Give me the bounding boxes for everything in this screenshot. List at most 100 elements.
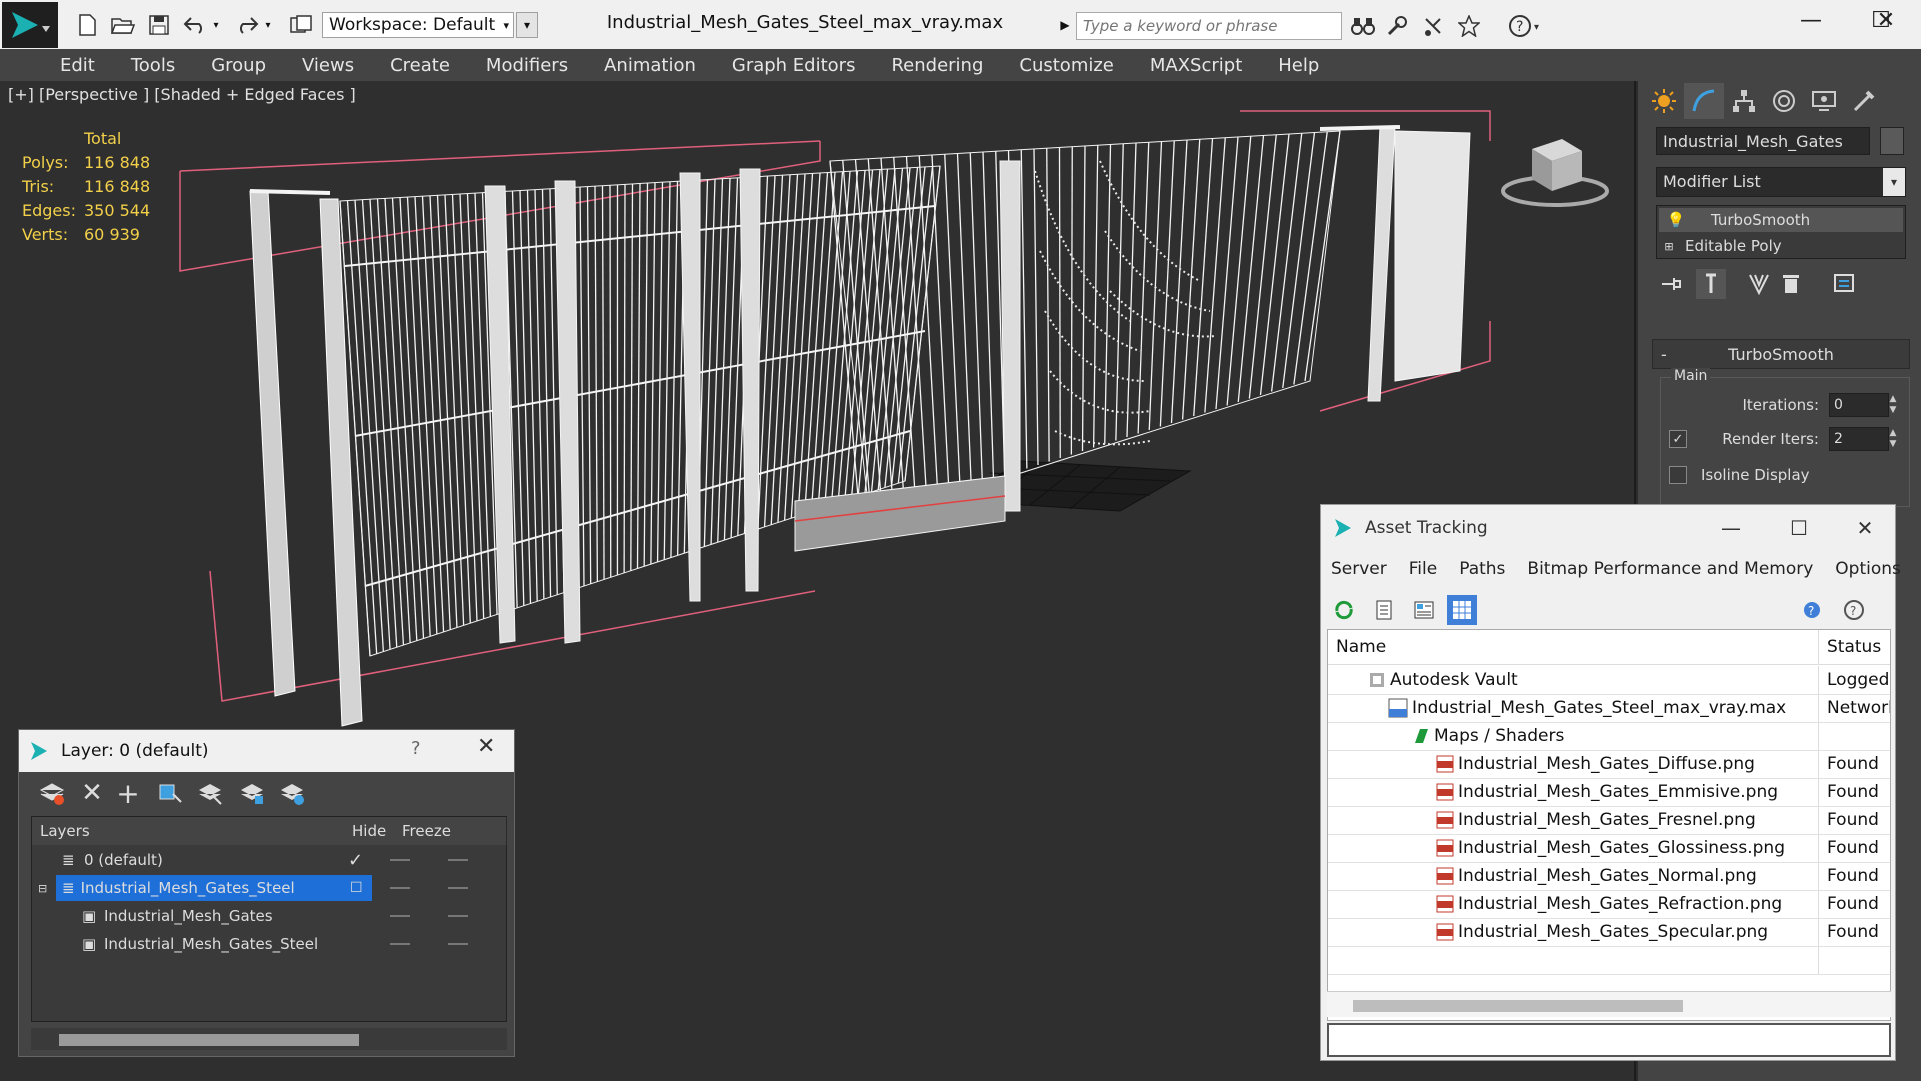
undo-icon[interactable] [180, 12, 210, 38]
add-to-layer-icon[interactable]: + [113, 777, 143, 810]
stack-item-turbosmooth[interactable]: 💡 TurboSmooth [1659, 208, 1903, 232]
motion-tab-icon[interactable] [1764, 83, 1804, 119]
menu-rendering[interactable]: Rendering [891, 55, 983, 76]
binoculars-icon[interactable] [1348, 12, 1378, 40]
horizontal-scrollbar[interactable] [31, 1028, 507, 1050]
freeze-toggle[interactable] [448, 915, 468, 917]
horizontal-scrollbar[interactable] [1327, 991, 1891, 1017]
close-button[interactable]: ✕ [1851, 0, 1921, 40]
favorites-star-icon[interactable] [1454, 12, 1484, 40]
modify-tab-icon[interactable] [1684, 83, 1724, 119]
asset-row[interactable]: Industrial_Mesh_Gates_Specular.png Found [1328, 918, 1890, 947]
delete-layer-icon[interactable]: ✕ [77, 778, 107, 808]
isoline-checkbox[interactable] [1669, 466, 1687, 484]
new-file-icon[interactable] [72, 12, 102, 38]
object-color-swatch[interactable] [1880, 127, 1904, 155]
menu-animation[interactable]: Animation [604, 55, 696, 76]
search-input[interactable] [1076, 12, 1342, 40]
make-current-box-icon[interactable]: ☐ [350, 875, 363, 901]
minimize-button[interactable]: — [1701, 511, 1761, 545]
show-end-result-icon[interactable] [1696, 269, 1726, 299]
scrollbar-thumb[interactable] [1353, 1000, 1683, 1012]
menu-server[interactable]: Server [1331, 559, 1387, 579]
select-objects-icon[interactable] [155, 778, 185, 808]
hide-toggle[interactable] [390, 859, 410, 861]
current-layer-check-icon[interactable]: ✓ [348, 847, 363, 873]
context-help-icon[interactable]: ? [1839, 595, 1869, 625]
viewcube-icon[interactable] [1500, 129, 1610, 209]
menu-modifiers[interactable]: Modifiers [486, 55, 568, 76]
asset-row[interactable]: Industrial_Mesh_Gates_Fresnel.png Found [1328, 806, 1890, 835]
menu-customize[interactable]: Customize [1019, 55, 1113, 76]
refresh-icon[interactable] [1329, 595, 1359, 625]
workspace-menu-icon[interactable]: ▾ [516, 12, 538, 38]
object-name-input[interactable] [1656, 127, 1870, 155]
asset-row[interactable]: Industrial_Mesh_Gates_Normal.png Found [1328, 862, 1890, 891]
freeze-toggle[interactable] [448, 943, 468, 945]
asset-row[interactable]: Autodesk Vault Logged O [1328, 666, 1890, 695]
column-header-name[interactable]: Name [1328, 630, 1826, 665]
app-menu-button[interactable] [2, 2, 58, 48]
menu-edit[interactable]: Edit [60, 55, 95, 76]
stack-item-editable-poly[interactable]: ⊞ Editable Poly [1659, 234, 1903, 258]
asset-row[interactable]: Industrial_Mesh_Gates_Glossiness.png Fou… [1328, 834, 1890, 863]
collapse-minus-icon[interactable]: ⊟ [38, 875, 47, 901]
menu-paths[interactable]: Paths [1459, 559, 1505, 579]
pin-stack-icon[interactable] [1656, 269, 1686, 299]
scrollbar-thumb[interactable] [59, 1034, 359, 1046]
hierarchy-tab-icon[interactable] [1724, 83, 1764, 119]
display-tab-icon[interactable] [1804, 83, 1844, 119]
undo-dropdown-icon[interactable]: ▾ [208, 12, 224, 38]
thumbnail-view-icon[interactable] [1409, 595, 1439, 625]
create-tab-icon[interactable] [1644, 83, 1684, 119]
modifier-list-dropdown[interactable]: Modifier List ▾ [1656, 167, 1906, 197]
list-view-icon[interactable] [1369, 595, 1399, 625]
freeze-toggle[interactable] [448, 859, 468, 861]
menu-bitmap-performance[interactable]: Bitmap Performance and Memory [1527, 559, 1813, 579]
help-icon[interactable]: ? ▾ [1506, 12, 1546, 40]
menu-tools[interactable]: Tools [131, 55, 175, 76]
menu-file[interactable]: File [1409, 559, 1437, 579]
spinner-arrows-icon[interactable]: ▲ ▼ [1887, 428, 1899, 450]
hide-toggle[interactable] [390, 915, 410, 917]
highlight-layer-icon[interactable] [195, 778, 225, 808]
layer-row[interactable]: ⊟ ≣ Industrial_Mesh_Gates_Steel ☐ [32, 875, 508, 903]
help-button[interactable]: ? [411, 738, 421, 759]
asset-row[interactable]: Maps / Shaders [1328, 722, 1890, 751]
layer-window-titlebar[interactable]: Layer: 0 (default) ? ✕ [19, 730, 514, 772]
open-file-icon[interactable] [108, 12, 138, 38]
spinner-arrows-icon[interactable]: ▲ ▼ [1887, 394, 1899, 416]
lightbulb-icon[interactable]: 💡 [1659, 211, 1693, 229]
menu-views[interactable]: Views [302, 55, 354, 76]
column-header-layers[interactable]: Layers [32, 817, 353, 845]
close-button[interactable]: ✕ [477, 734, 495, 759]
menu-graph-editors[interactable]: Graph Editors [732, 55, 856, 76]
communication-center-icon[interactable] [1418, 12, 1448, 40]
utilities-tab-icon[interactable] [1844, 83, 1884, 119]
viewport-label[interactable]: [+] [Perspective ] [Shaded + Edged Faces… [8, 85, 356, 104]
help-icon[interactable]: ? [1799, 595, 1829, 625]
configure-modifier-sets-icon[interactable] [1830, 269, 1860, 299]
turbosmooth-rollout-header[interactable]: - TurboSmooth [1652, 339, 1910, 369]
iterations-spinner[interactable]: 0 [1829, 393, 1889, 417]
column-header-status[interactable]: Status [1818, 630, 1890, 665]
menu-help[interactable]: Help [1278, 55, 1319, 76]
menu-group[interactable]: Group [211, 55, 266, 76]
project-folder-icon[interactable] [286, 12, 316, 38]
asset-row[interactable]: Industrial_Mesh_Gates_Emmisive.png Found [1328, 778, 1890, 807]
asset-row[interactable]: Industrial_Mesh_Gates_Steel_max_vray.max… [1328, 694, 1890, 723]
hide-toggle[interactable] [390, 943, 410, 945]
freeze-toggle[interactable] [448, 887, 468, 889]
make-unique-icon[interactable] [1744, 269, 1774, 299]
close-button[interactable]: ✕ [1835, 511, 1895, 545]
menu-maxscript[interactable]: MAXScript [1150, 55, 1242, 76]
tools-wrench-icon[interactable] [1382, 12, 1412, 40]
freeze-all-layers-icon[interactable] [277, 778, 307, 808]
save-icon[interactable] [144, 12, 174, 38]
menu-create[interactable]: Create [390, 55, 450, 76]
remove-modifier-icon[interactable] [1776, 269, 1806, 299]
maximize-button[interactable]: ☐ [1769, 511, 1829, 545]
asset-row[interactable]: Industrial_Mesh_Gates_Diffuse.png Found [1328, 750, 1890, 779]
redo-icon[interactable] [232, 12, 262, 38]
layer-row[interactable]: ▣ Industrial_Mesh_Gates_Steel [32, 931, 508, 959]
